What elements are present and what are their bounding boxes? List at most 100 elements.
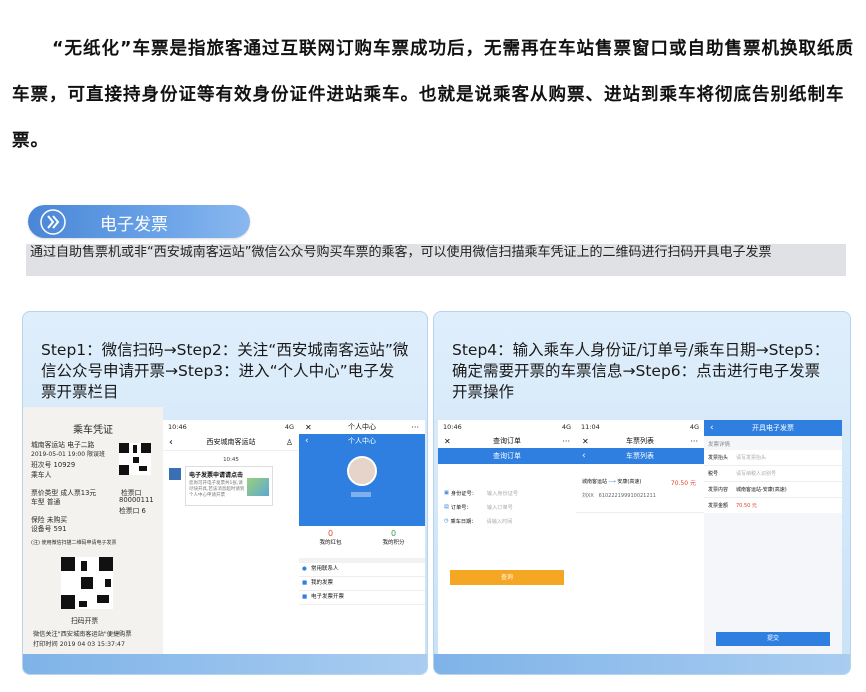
left-panel-bottom-band	[23, 654, 427, 674]
status-time: 10:46	[168, 423, 187, 431]
query-order-screen: 10:46 4G ✕ 查询订单 ··· 查询订单 ▣ 身份证号： 输入身份证号 ▤…	[438, 420, 576, 660]
invoice-back-icon[interactable]: ‹	[710, 423, 714, 433]
right-panel-bottom-band	[434, 654, 850, 674]
id-number-field[interactable]: ▣ 身份证号： 输入身份证号	[438, 486, 576, 500]
left-steps-panel: Step1：微信扫码→Step2：关注“西安城南客运站”微信公众号申请开票→St…	[22, 311, 428, 675]
intro-text: “无纸化”车票是指旅客通过互联网订购车票成功后，无需再在车站售票窗口或自助售票机…	[12, 39, 854, 151]
message-body: 您尚可开电子发票共1张,请尽快开具,若该消息超时请到个人中心申请开票	[189, 481, 245, 498]
double-chevron-right-icon	[40, 209, 66, 235]
pc-back-icon[interactable]: ‹	[305, 436, 309, 446]
contacts-icon: ●	[302, 566, 307, 572]
field-placeholder: 请输入时间	[486, 518, 513, 525]
user-name-placeholder	[351, 492, 371, 497]
field-placeholder: 输入身份证号	[486, 490, 519, 497]
ticket-train: 班次号 10929	[31, 461, 76, 469]
passenger-id: 610222199910021211	[598, 493, 656, 499]
user-avatar	[347, 456, 377, 486]
more-icon[interactable]: ···	[690, 437, 698, 446]
passenger-name: 刘XX	[582, 493, 594, 499]
issue-invoice-screen: ‹ 开具电子发票 发票详情 发票抬头 请写发票抬头 税号 请写纳税人识别号 发票…	[704, 420, 842, 660]
invoice-title-field[interactable]: 发票抬头 请写发票抬头	[704, 450, 842, 466]
back-icon[interactable]: ‹	[169, 437, 173, 448]
query-window-title: 查询订单	[493, 437, 521, 445]
list-window-title: 车票列表	[626, 437, 654, 445]
personal-center-screen: ✕ 个人中心 ··· ‹ 个人中心 0 我的红包 0 我的积分 ● 常用联系人 ■…	[299, 420, 425, 674]
red-packet-value: 0	[327, 529, 334, 538]
menu-item-issue-invoice[interactable]: ■ 电子发票开票	[299, 591, 425, 605]
message-thumbnail	[247, 478, 269, 496]
status-time: 11:04	[581, 423, 600, 431]
ticket-price-unit: 元	[689, 480, 696, 487]
ticket-note: (注) 使用微信扫描二维码申请电子发票	[31, 540, 117, 546]
travel-date-field[interactable]: ◷ 乘车日期： 请输入时间	[438, 514, 576, 528]
ticket-number: 80000111	[119, 496, 154, 504]
invoice-qr-code	[61, 557, 113, 609]
ticket-list-screen: 11:04 4G ✕ 车票列表 ··· ‹ 车票列表 城南客运站 ⟶ 安康(高速)…	[576, 420, 704, 660]
red-packet-stat[interactable]: 0 我的红包	[299, 526, 362, 558]
list-back-icon[interactable]: ‹	[582, 451, 586, 461]
ticket-date: 2019-05-01 19:00 限误班	[31, 451, 105, 458]
row-label: 发票内容	[708, 487, 729, 493]
ticket-scan-label: 扫码开票	[71, 617, 99, 625]
invoice-message-card[interactable]: 电子发票申请请点击 您尚可开电子发票共1张,请尽快开具,若该消息超时请到个人中心…	[185, 466, 273, 506]
submit-button[interactable]: 提交	[716, 632, 830, 646]
menu-item-label: 常用联系人	[311, 566, 339, 572]
more-icon[interactable]: ···	[562, 437, 570, 446]
right-steps-text: Step4：输入乘车人身份证/订单号/乘车日期→Step5：确定需要开票的车票信…	[452, 341, 830, 401]
points-stat[interactable]: 0 我的积分	[362, 526, 425, 558]
menu-item-contacts[interactable]: ● 常用联系人	[299, 563, 425, 577]
row-label: 发票抬头	[708, 455, 729, 461]
issue-invoice-icon: ■	[302, 594, 308, 600]
field-label: 身份证号：	[450, 490, 477, 497]
ticket-price: 70.50	[670, 480, 689, 487]
ticket-photo: 乘车凭证 城南客运站 电子二路 2019-05-01 19:00 限误班 班次号…	[23, 407, 163, 657]
more-icon[interactable]: ···	[411, 423, 419, 432]
close-icon[interactable]: ✕	[582, 437, 589, 446]
row-value: 城南客运站-安康(高速)	[736, 487, 787, 493]
query-header-text: 查询订单	[493, 452, 521, 460]
profile-icon[interactable]: ♙	[286, 438, 293, 447]
small-qr-code	[119, 443, 151, 475]
ticket-seat: 乘车人	[31, 471, 52, 479]
ticket-gate-no: 检票口 6	[119, 507, 146, 515]
ticket-car: 车型 普通	[31, 498, 61, 506]
list-header: 车票列表	[626, 452, 654, 460]
ticket-to: 安康(高速)	[617, 479, 642, 485]
menu-item-invoices[interactable]: ■ 我的发票	[299, 577, 425, 591]
ticket-title: 乘车凭证	[73, 425, 113, 436]
section-header-pill: 电子发票	[28, 205, 250, 238]
points-value: 0	[390, 529, 397, 538]
chat-title: 西安城南客运站	[206, 438, 256, 446]
row-value: 请写纳税人识别号	[736, 471, 777, 477]
tax-number-field[interactable]: 税号 请写纳税人识别号	[704, 466, 842, 482]
close-icon[interactable]: ✕	[444, 437, 451, 446]
left-steps-text: Step1：微信扫码→Step2：关注“西安城南客运站”微信公众号申请开票→St…	[41, 341, 409, 401]
invoice-content-row: 发票内容 城南客运站-安康(高速)	[704, 482, 842, 498]
close-icon[interactable]: ✕	[305, 423, 312, 432]
query-button[interactable]: 查询	[450, 570, 564, 585]
account-avatar	[169, 468, 181, 480]
field-label: 订单号：	[450, 504, 472, 511]
calendar-icon: ◷	[444, 518, 449, 524]
ticket-device: 设备号 591	[31, 525, 67, 533]
red-packet-label: 我的红包	[319, 540, 342, 546]
row-value: 请写发票抬头	[736, 455, 767, 461]
chat-timestamp: 10:45	[223, 457, 239, 463]
pc-window-title: 个人中心	[348, 423, 376, 431]
ticket-footer-1: 微信关注"西安城南客运站"便捷购票	[33, 631, 132, 638]
intro-paragraph: “无纸化”车票是指旅客通过互联网订购车票成功后，无需再在车站售票窗口或自助售票机…	[12, 26, 854, 164]
menu-item-label: 我的发票	[311, 580, 334, 586]
pc-menu: ● 常用联系人 ■ 我的发票 ■ 电子发票开票	[299, 563, 425, 605]
pc-header: 个人中心	[348, 437, 376, 445]
row-value: 70.50 元	[736, 503, 757, 509]
ticket-list-item[interactable]: 城南客运站 ⟶ 安康(高速) 70.50 元 刘XX 6102221999100…	[576, 474, 704, 513]
status-signal: 4G	[561, 423, 571, 431]
order-number-field[interactable]: ▤ 订单号： 输入订单号	[438, 500, 576, 514]
query-header: 查询订单	[438, 448, 576, 464]
field-label: 乘车日期：	[450, 518, 477, 525]
wechat-chat-screen: 10:46 4G ‹ 西安城南客运站 ♙ 10:45 电子发票申请请点击 您尚可开…	[163, 420, 299, 674]
order-icon: ▤	[444, 504, 449, 510]
row-label: 发票金额	[708, 503, 729, 509]
row-label: 税号	[708, 471, 719, 477]
status-signal: 4G	[689, 423, 699, 431]
